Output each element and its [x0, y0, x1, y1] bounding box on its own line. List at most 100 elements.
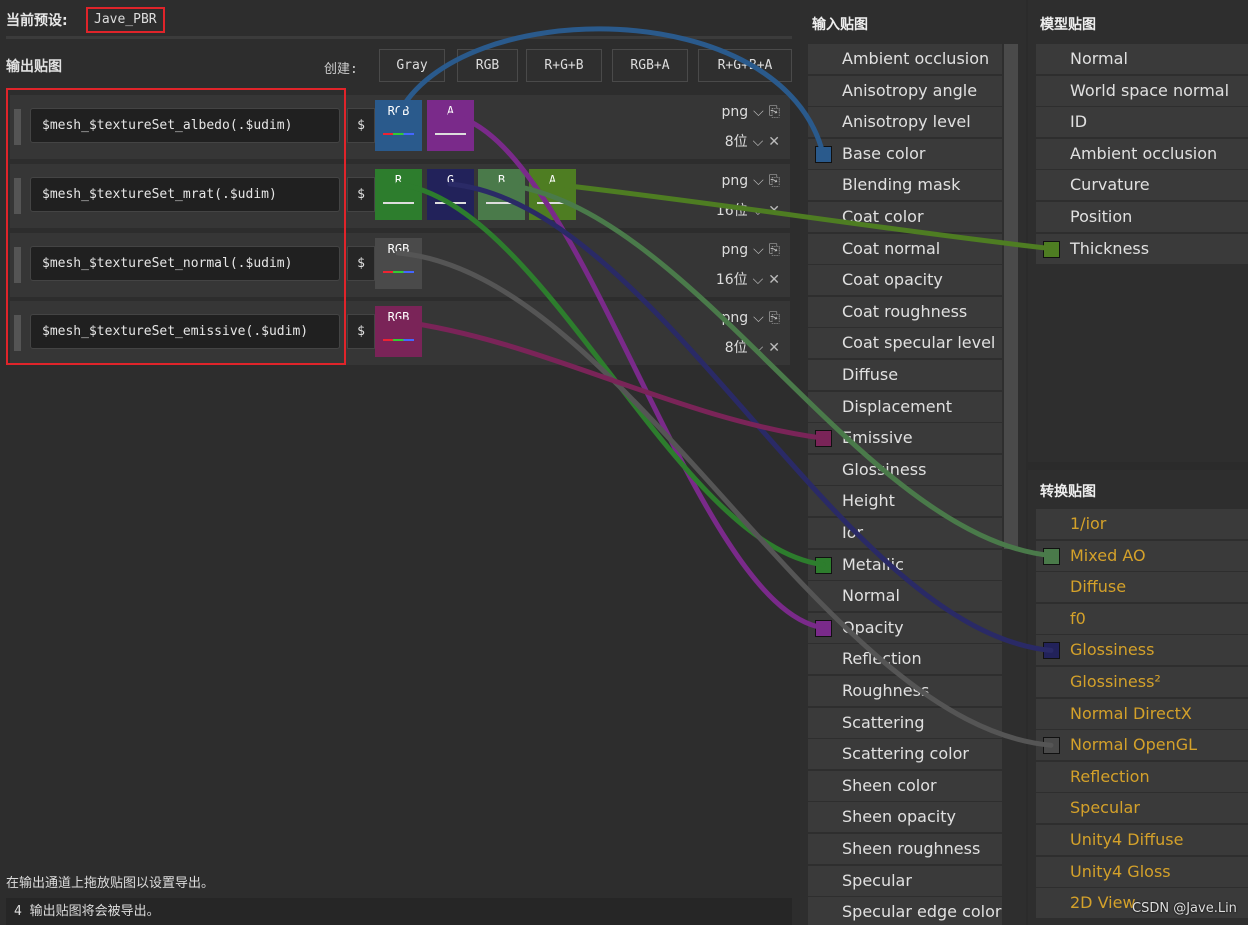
converted-map-item[interactable]: Normal OpenGL	[1036, 730, 1248, 761]
chevron-down-icon[interactable]: ⌵	[753, 173, 764, 189]
input-map-item[interactable]: Glossiness	[808, 454, 1002, 485]
channel-slot-rgb[interactable]: RGB	[375, 238, 422, 289]
converted-map-item[interactable]: Unity4 Diffuse	[1036, 825, 1248, 855]
input-map-item[interactable]: Height	[808, 486, 1002, 517]
converted-map-item[interactable]: Reflection	[1036, 761, 1248, 792]
close-icon[interactable]: ✕	[768, 340, 780, 356]
variable-button[interactable]: $	[347, 177, 375, 212]
input-map-item[interactable]: Displacement	[808, 391, 1002, 422]
copy-icon[interactable]: ⎘	[769, 104, 780, 120]
converted-map-item[interactable]: f0	[1036, 603, 1248, 634]
converted-map-item[interactable]: Glossiness²	[1036, 667, 1248, 697]
input-map-item[interactable]: Normal	[808, 581, 1002, 612]
input-maps-scrollbar[interactable]	[1004, 44, 1018, 549]
input-map-item[interactable]: Coat normal	[808, 233, 1002, 264]
channel-slot-a[interactable]: A	[427, 100, 474, 151]
create-button-rgb[interactable]: RGB	[457, 49, 518, 82]
channel-label: B	[497, 173, 506, 187]
converted-map-item[interactable]: 1/ior	[1036, 509, 1248, 539]
format-select[interactable]: png	[722, 242, 749, 258]
input-map-item[interactable]: Roughness	[808, 676, 1002, 706]
copy-icon[interactable]: ⎘	[769, 310, 780, 326]
converted-map-item[interactable]: Specular	[1036, 793, 1248, 824]
model-map-item[interactable]: Position	[1036, 202, 1248, 232]
model-map-item[interactable]: ID	[1036, 107, 1248, 138]
chevron-down-icon[interactable]: ⌵	[753, 203, 764, 219]
input-map-item[interactable]: Coat opacity	[808, 265, 1002, 296]
input-map-label: Scattering	[842, 712, 925, 732]
input-map-item[interactable]: Specular edge color	[808, 897, 1002, 925]
input-map-item[interactable]: Anisotropy level	[808, 107, 1002, 138]
create-button-r-g-b-a[interactable]: R+G+B+A	[698, 49, 792, 82]
close-icon[interactable]: ✕	[768, 272, 780, 288]
model-map-item[interactable]: Curvature	[1036, 170, 1248, 201]
model-map-item[interactable]: Thickness	[1036, 233, 1248, 264]
converted-map-label: Glossiness²	[1070, 672, 1161, 691]
variable-button[interactable]: $	[347, 314, 375, 349]
input-map-item[interactable]: Anisotropy angle	[808, 75, 1002, 106]
input-map-item[interactable]: Reflection	[808, 644, 1002, 675]
model-map-item[interactable]: Ambient occlusion	[1036, 138, 1248, 169]
converted-map-item[interactable]: Diffuse	[1036, 572, 1248, 603]
format-select[interactable]: png	[722, 310, 749, 326]
bitdepth-select[interactable]: 8位	[725, 340, 748, 356]
channel-label: G	[446, 173, 455, 187]
input-map-item[interactable]: Opacity	[808, 612, 1002, 643]
channel-slot-a[interactable]: A	[529, 169, 576, 220]
input-map-item[interactable]: Coat specular level	[808, 328, 1002, 359]
channel-slot-g[interactable]: G	[427, 169, 474, 220]
link-swatch	[1043, 737, 1060, 755]
input-map-item[interactable]: Ior	[808, 518, 1002, 548]
input-map-item[interactable]: Scattering	[808, 707, 1002, 738]
chevron-down-icon[interactable]: ⌵	[753, 104, 764, 120]
chevron-down-icon[interactable]: ⌵	[753, 242, 764, 258]
output-maps-panel: 当前预设: Jave_PBR 输出贴图 创建: Gray RGB R+G+B RGB+…	[0, 0, 800, 925]
input-map-item[interactable]: Ambient occlusion	[808, 44, 1002, 74]
format-select[interactable]: png	[722, 173, 749, 189]
converted-map-item[interactable]: Mixed AO	[1036, 540, 1248, 571]
chevron-down-icon[interactable]: ⌵	[753, 340, 764, 356]
bitdepth-select[interactable]: 8位	[725, 134, 748, 150]
hint-text: 在输出通道上拖放贴图以设置导出。	[6, 876, 215, 891]
converted-map-item[interactable]: Normal DirectX	[1036, 698, 1248, 729]
copy-icon[interactable]: ⎘	[769, 242, 780, 258]
channel-slot-b[interactable]: B	[478, 169, 525, 220]
close-icon[interactable]: ✕	[768, 134, 780, 150]
model-map-item[interactable]: World space normal	[1036, 75, 1248, 106]
bitdepth-select[interactable]: 16位	[716, 203, 748, 219]
channel-slot-r[interactable]: R	[375, 169, 422, 220]
copy-icon[interactable]: ⎘	[769, 173, 780, 189]
input-map-item[interactable]: Coat color	[808, 202, 1002, 232]
chevron-down-icon[interactable]: ⌵	[753, 272, 764, 288]
chevron-down-icon[interactable]: ⌵	[753, 134, 764, 150]
converted-map-item[interactable]: Glossiness	[1036, 635, 1248, 666]
input-map-item[interactable]: Diffuse	[808, 360, 1002, 390]
converted-maps-title: 转换贴图	[1040, 484, 1096, 500]
model-map-item[interactable]: Normal	[1036, 44, 1248, 74]
input-map-item[interactable]: Sheen color	[808, 770, 1002, 801]
input-map-item[interactable]: Specular	[808, 865, 1002, 896]
format-select[interactable]: png	[722, 104, 749, 120]
bitdepth-select[interactable]: 16位	[716, 272, 748, 288]
input-map-label: Anisotropy level	[842, 112, 971, 132]
input-map-item[interactable]: Coat roughness	[808, 296, 1002, 327]
variable-button[interactable]: $	[347, 108, 375, 143]
input-map-item[interactable]: Sheen opacity	[808, 802, 1002, 833]
preset-name[interactable]: Jave_PBR	[86, 7, 165, 33]
create-button-rgb-a[interactable]: RGB+A	[612, 49, 688, 82]
variable-button[interactable]: $	[347, 246, 375, 281]
converted-map-item[interactable]: Unity4 Gloss	[1036, 856, 1248, 887]
chevron-down-icon[interactable]: ⌵	[753, 310, 764, 326]
close-icon[interactable]: ✕	[768, 203, 780, 219]
input-map-item[interactable]: Emissive	[808, 423, 1002, 454]
channel-slot-rgb[interactable]: RGB	[375, 306, 422, 357]
input-map-item[interactable]: Blending mask	[808, 170, 1002, 201]
input-map-item[interactable]: Metallic	[808, 549, 1002, 580]
create-button-gray[interactable]: Gray	[379, 49, 445, 82]
channel-slot-rgb[interactable]: RGB	[375, 100, 422, 151]
create-button-r-g-b[interactable]: R+G+B	[526, 49, 602, 82]
input-map-label: Sheen color	[842, 775, 937, 795]
input-map-item[interactable]: Sheen roughness	[808, 834, 1002, 864]
input-map-item[interactable]: Base color	[808, 138, 1002, 169]
input-map-item[interactable]: Scattering color	[808, 739, 1002, 770]
